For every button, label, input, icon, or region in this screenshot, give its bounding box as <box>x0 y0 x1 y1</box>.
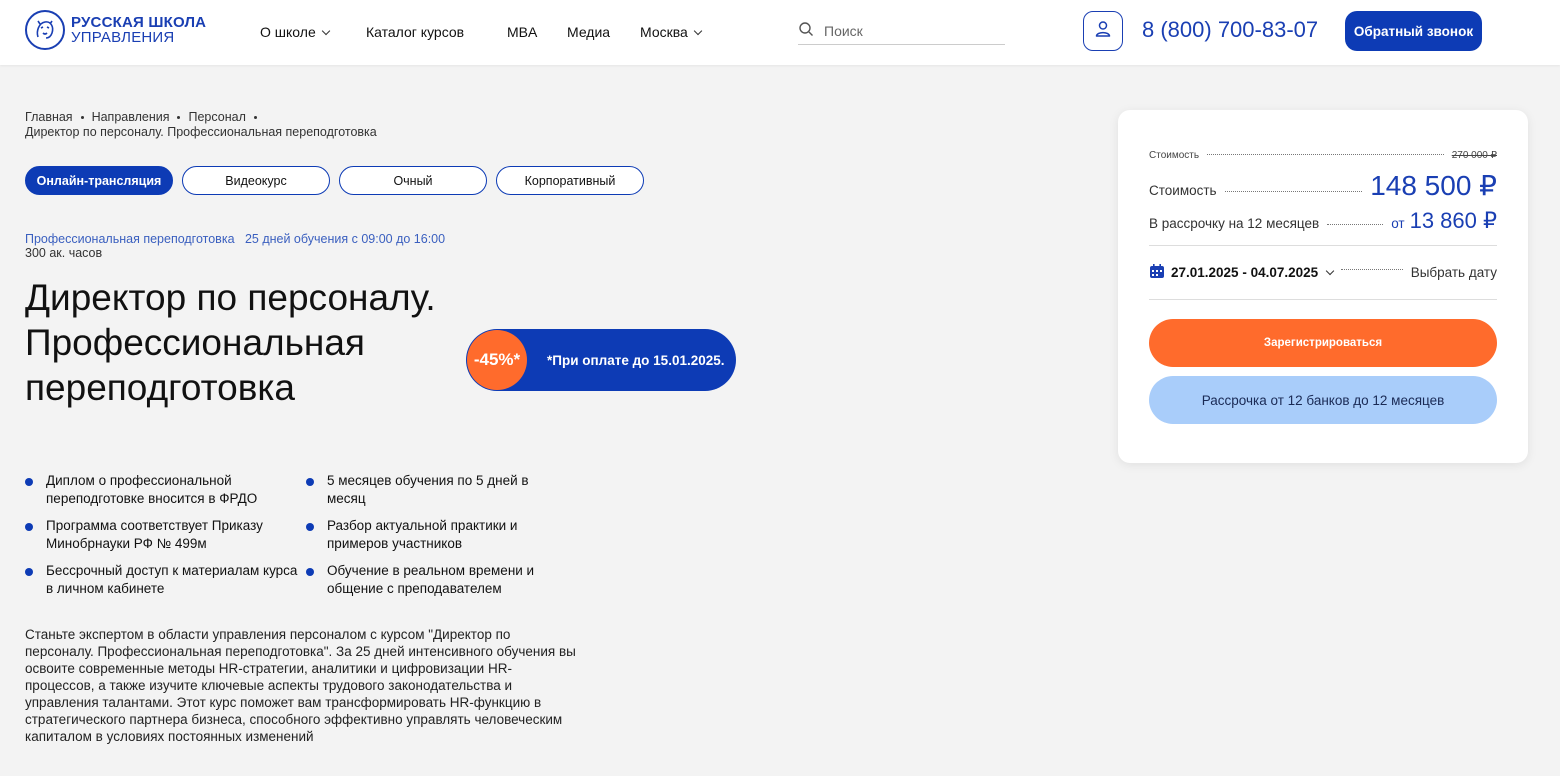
list-item: Разбор актуальной практики и примеров уч… <box>306 517 566 553</box>
price-label: Стоимость <box>1149 183 1217 198</box>
logo-line-1: РУССКАЯ ШКОЛА <box>71 14 207 31</box>
discount-banner: -45%* *При оплате до 15.01.2025. <box>466 329 736 391</box>
breadcrumb-directions[interactable]: Направления <box>92 110 170 125</box>
phone-link[interactable]: 8 (800) 700-83-07 <box>1142 17 1318 43</box>
tab-corporate[interactable]: Корпоративный <box>496 166 644 195</box>
old-price: 270 000 ₽ <box>1451 150 1497 161</box>
breadcrumb-separator <box>80 116 84 119</box>
discount-badge: -45%* <box>467 330 527 390</box>
nav-media-label: Медиа <box>567 24 611 40</box>
tab-online[interactable]: Онлайн-трансляция <box>25 166 173 195</box>
breadcrumb-current: Директор по персоналу. Профессиональная … <box>25 125 377 139</box>
bullet-icon <box>306 568 314 576</box>
nav-catalog[interactable]: Каталог курсов <box>366 24 464 40</box>
chevron-down-icon <box>321 26 330 35</box>
course-meta: Профессиональная переподготовка 25 дней … <box>25 232 445 260</box>
format-tabs: Онлайн-трансляция Видеокурс Очный Корпор… <box>25 166 644 195</box>
lion-logo-icon <box>25 10 65 50</box>
search-field <box>798 18 1005 45</box>
installment-from: от <box>1391 216 1405 231</box>
feature-list: Диплом о профессиональной переподготовке… <box>25 472 585 598</box>
dotted-leader <box>1327 224 1384 225</box>
course-hours: 300 ак. часов <box>25 246 103 260</box>
logo-line-2: УПРАВЛЕНИЯ <box>71 29 175 46</box>
price-row: Стоимость 148 500 ₽ <box>1149 169 1497 202</box>
bullet-icon <box>25 568 33 576</box>
breadcrumb-separator <box>253 116 257 119</box>
bullet-icon <box>306 478 314 486</box>
chevron-down-icon <box>1325 266 1335 276</box>
search-input[interactable] <box>824 23 994 39</box>
dotted-leader <box>1224 191 1363 192</box>
chevron-down-icon <box>693 26 703 35</box>
dotted-leader <box>1207 154 1444 155</box>
feature-text: Разбор актуальной практики и примеров уч… <box>327 518 518 551</box>
breadcrumb-separator <box>177 116 181 119</box>
breadcrumb-home[interactable]: Главная <box>25 110 73 125</box>
list-item: Обучение в реальном времени и общение с … <box>306 562 566 598</box>
installment-label: В рассрочку на 12 месяцев <box>1149 216 1320 231</box>
divider <box>1149 245 1497 246</box>
nav-mba[interactable]: MBA <box>507 24 537 40</box>
dotted-leader <box>1341 269 1403 270</box>
feature-text: Диплом о профессиональной переподготовке… <box>46 473 258 506</box>
feature-text: 5 месяцев обучения по 5 дней в месяц <box>327 473 529 506</box>
list-item: 5 месяцев обучения по 5 дней в месяц <box>306 472 566 508</box>
nav-city[interactable]: Москва <box>640 24 703 40</box>
site-header: РУССКАЯ ШКОЛА УПРАВЛЕНИЯ О школе Каталог… <box>0 0 1560 65</box>
installment-button[interactable]: Рассрочка от 12 банков до 12 месяцев <box>1149 376 1497 424</box>
course-description: Станьте экспертом в области управления п… <box>25 627 576 744</box>
list-item: Бессрочный доступ к материалам курса в л… <box>25 562 306 598</box>
breadcrumb-personnel[interactable]: Персонал <box>188 110 245 125</box>
date-row: 27.01.2025 - 04.07.2025 Выбрать дату <box>1149 263 1497 282</box>
nav-catalog-label: Каталог курсов <box>366 24 465 40</box>
feature-text: Программа соответствует Приказу Минобрна… <box>46 518 263 551</box>
register-button[interactable]: Зарегистрироваться <box>1149 319 1497 367</box>
old-price-label: Стоимость <box>1149 150 1200 161</box>
logo-text: РУССКАЯ ШКОЛА УПРАВЛЕНИЯ <box>71 15 206 45</box>
feature-text: Бессрочный доступ к материалам курса в л… <box>46 563 298 596</box>
tab-video[interactable]: Видеокурс <box>182 166 330 195</box>
divider <box>1149 299 1497 300</box>
installment-row: В рассрочку на 12 месяцев от 13 860 ₽ <box>1149 208 1497 234</box>
logo[interactable]: РУССКАЯ ШКОЛА УПРАВЛЕНИЯ <box>25 10 206 50</box>
nav-about[interactable]: О школе <box>260 24 330 40</box>
nav-about-label: О школе <box>260 24 316 40</box>
old-price-row: Стоимость 270 000 ₽ <box>1149 150 1497 161</box>
selected-dates: 27.01.2025 - 04.07.2025 <box>1171 265 1319 280</box>
calendar-icon <box>1149 263 1165 282</box>
feature-text: Обучение в реальном времени и общение с … <box>327 563 535 596</box>
price-card: Стоимость 270 000 ₽ Стоимость 148 500 ₽ … <box>1118 110 1528 463</box>
choose-date-link[interactable]: Выбрать дату <box>1411 265 1497 280</box>
bullet-icon <box>25 478 33 486</box>
list-item: Программа соответствует Приказу Минобрна… <box>25 517 306 553</box>
bullet-icon <box>25 523 33 531</box>
discount-note: *При оплате до 15.01.2025. <box>547 352 725 368</box>
nav-mba-label: MBA <box>507 24 538 40</box>
course-schedule: 25 дней обучения с 09:00 до 16:00 <box>244 232 446 246</box>
bullet-icon <box>306 523 314 531</box>
search-icon <box>798 21 814 42</box>
breadcrumb: Главная Направления Персонал Директор по… <box>25 110 377 140</box>
tab-offline[interactable]: Очный <box>339 166 487 195</box>
course-type: Профессиональная переподготовка <box>25 232 235 246</box>
account-button[interactable] <box>1083 11 1123 51</box>
callback-button[interactable]: Обратный звонок <box>1345 11 1482 51</box>
installment-price: 13 860 ₽ <box>1409 208 1497 233</box>
user-icon <box>1093 19 1113 44</box>
list-item: Диплом о профессиональной переподготовке… <box>25 472 306 508</box>
page-title: Директор по персоналу. Профессиональная … <box>25 277 436 408</box>
nav-city-label: Москва <box>640 24 688 40</box>
date-selector[interactable]: 27.01.2025 - 04.07.2025 <box>1149 263 1335 282</box>
current-price: 148 500 ₽ <box>1370 170 1497 201</box>
nav-media[interactable]: Медиа <box>567 24 610 40</box>
